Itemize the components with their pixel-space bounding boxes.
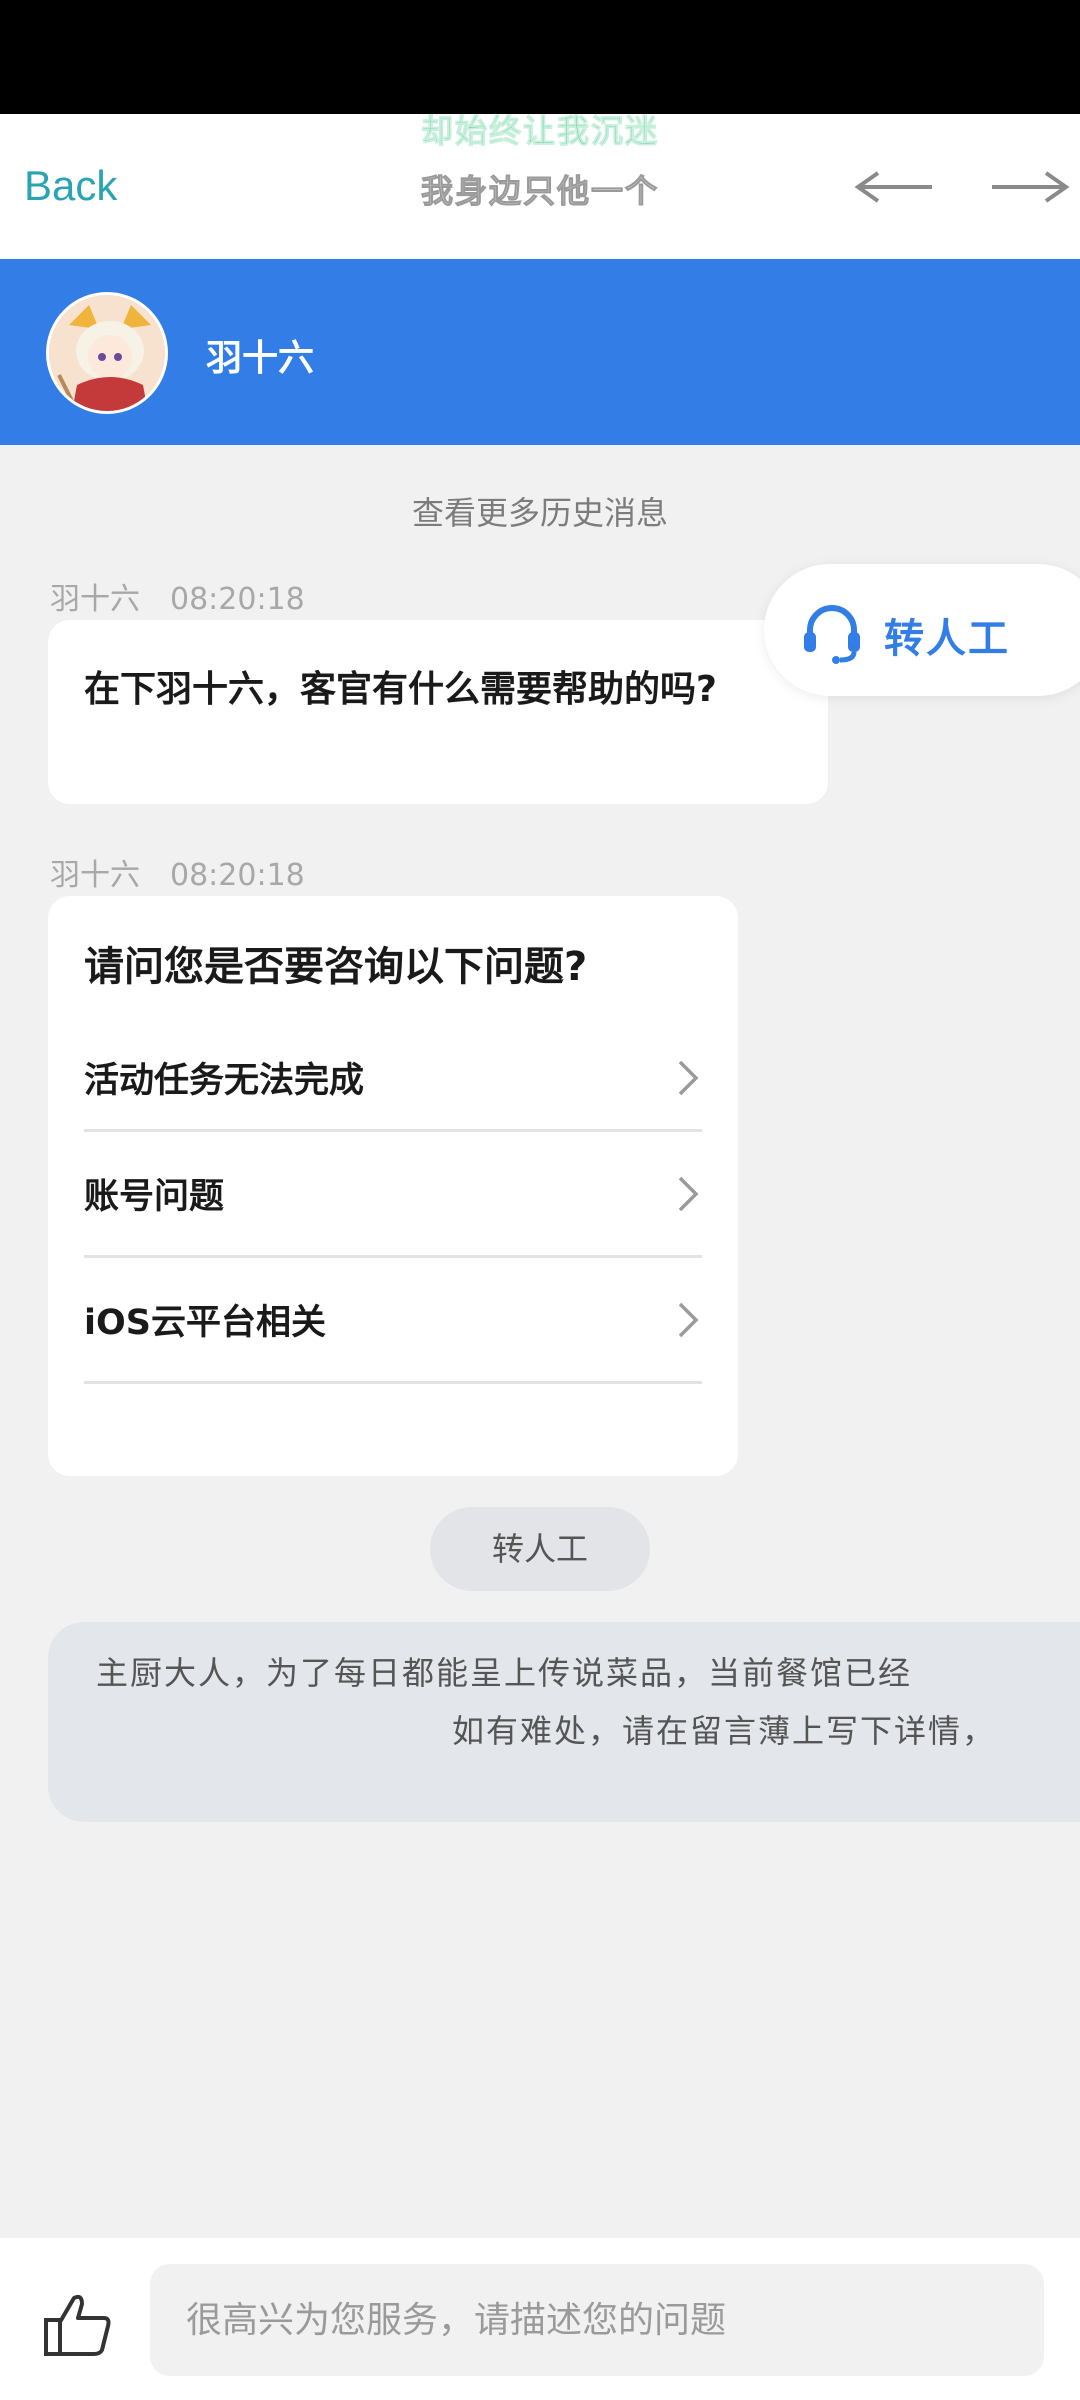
message-bubble: 在下羽十六，客官有什么需要帮助的吗? — [48, 620, 828, 804]
faq-list: 活动任务无法完成 账号问题 iOS云平台相关 — [84, 1026, 702, 1384]
avatar-illustration-icon — [49, 295, 165, 411]
faq-message-bubble: 请问您是否要咨询以下问题? 活动任务无法完成 账号问题 iOS云平台相关 — [48, 896, 738, 1476]
message-input[interactable] — [150, 2264, 1044, 2376]
message-time: 08:20:18 — [170, 858, 305, 893]
lyric-line-top: 却始终让我沉迷 — [420, 112, 659, 151]
arrow-right-icon[interactable] — [988, 169, 1072, 205]
notice-card: 主厨大人，为了每日都能呈上传说菜品，当前餐馆已经 如有难处，请在留言薄上写下详情… — [48, 1622, 1080, 1822]
top-navigation-bar: Back 却始终让我沉迷 我身边只他一个 — [0, 112, 1080, 259]
page: Back 却始终让我沉迷 我身边只他一个 羽十六 查看更多历史消息 羽十六 08… — [0, 0, 1080, 2400]
chevron-right-icon — [678, 1060, 699, 1095]
message-sender: 羽十六 — [50, 582, 140, 617]
input-bar — [0, 2238, 1080, 2400]
chat-header: 羽十六 — [0, 259, 1080, 445]
faq-question: 请问您是否要咨询以下问题? — [84, 944, 588, 990]
message-meta: 羽十六 08:20:18 — [50, 850, 305, 894]
float-transfer-agent-button[interactable]: 转人工 — [764, 564, 1080, 696]
thumbs-up-icon[interactable] — [42, 2288, 114, 2360]
notice-line-1: 主厨大人，为了每日都能呈上传说菜品，当前餐馆已经 — [96, 1654, 913, 1692]
status-bar — [0, 0, 1080, 114]
view-history-link[interactable]: 查看更多历史消息 — [0, 488, 1080, 534]
faq-option-label: 活动任务无法完成 — [84, 1061, 365, 1101]
faq-option-activity-task[interactable]: 活动任务无法完成 — [84, 1026, 702, 1132]
faq-option-label: iOS云平台相关 — [84, 1303, 326, 1343]
arrow-left-icon[interactable] — [852, 169, 936, 205]
transfer-agent-button[interactable]: 转人工 — [430, 1507, 650, 1591]
chevron-right-icon — [678, 1176, 699, 1211]
avatar[interactable] — [46, 292, 168, 414]
chevron-right-icon — [678, 1302, 699, 1337]
message-text: 在下羽十六，客官有什么需要帮助的吗? — [84, 669, 717, 710]
faq-option-label: 账号问题 — [84, 1177, 225, 1217]
message-sender: 羽十六 — [50, 858, 140, 893]
agent-name: 羽十六 — [206, 338, 315, 379]
faq-option-ios-cloud[interactable]: iOS云平台相关 — [84, 1258, 702, 1384]
message-time: 08:20:18 — [170, 582, 305, 617]
float-transfer-agent-label: 转人工 — [884, 616, 1010, 662]
faq-option-account[interactable]: 账号问题 — [84, 1132, 702, 1258]
headset-icon — [804, 605, 860, 664]
message-meta: 羽十六 08:20:18 — [50, 574, 305, 618]
notice-line-2: 如有难处，请在留言薄上写下详情， — [452, 1712, 997, 1750]
